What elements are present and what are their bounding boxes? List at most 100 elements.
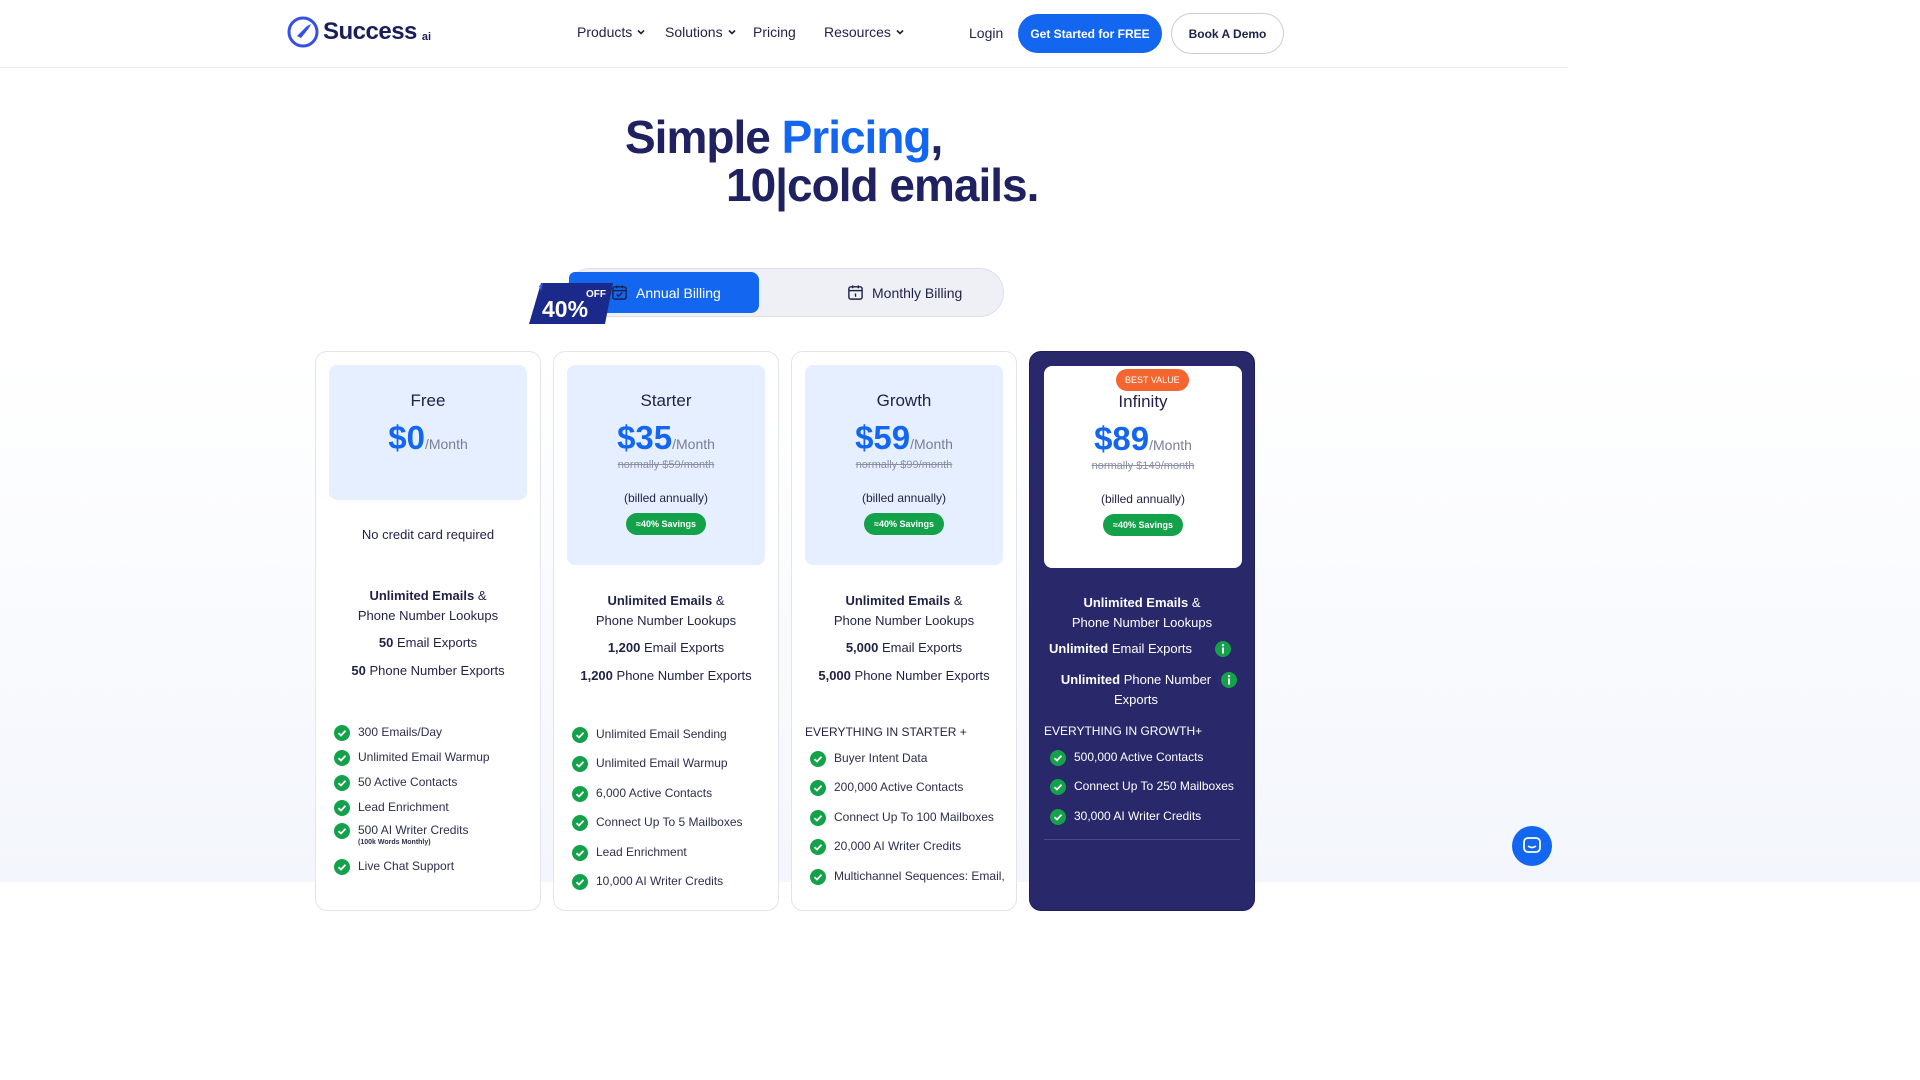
check-circle-icon: [810, 869, 826, 885]
emails-rest: &: [474, 588, 487, 603]
billing-note: (billed annually): [623, 491, 709, 505]
check-circle-icon: [810, 839, 826, 855]
nav-pricing[interactable]: Pricing: [753, 24, 824, 40]
billing-note: (billed annually): [861, 491, 947, 505]
feature-text: 50 Active Contacts: [358, 775, 458, 789]
email-exports-count: 50: [378, 635, 394, 650]
brand-logo[interactable]: Success ai: [287, 16, 431, 48]
email-exports-count: 5,000: [845, 640, 879, 655]
check-circle-icon: [1050, 779, 1066, 795]
brand-name: Success: [323, 18, 417, 45]
phone-exports-label2: Exports: [1113, 692, 1159, 707]
check-circle-icon: [1050, 750, 1066, 766]
check-circle-icon: [810, 751, 826, 767]
nav-resources[interactable]: Resources: [824, 24, 905, 40]
feature-text: Unlimited Email Warmup: [596, 756, 728, 770]
feature-text: 6,000 Active Contacts: [596, 786, 713, 800]
feature-item: Unlimited Email Sending: [572, 727, 743, 756]
annual-billing-label: Annual Billing: [636, 284, 721, 301]
email-exports-label: Email Exports: [1108, 641, 1193, 656]
best-value-badge: BEST VALUE: [1116, 369, 1189, 391]
emails-bold: Unlimited Emails: [845, 593, 951, 608]
savings-badge: ≈40% Savings: [626, 513, 706, 535]
feature-item: 10,000 AI Writer Credits: [572, 874, 743, 903]
feature-text: Lead Enrichment: [596, 845, 687, 859]
monthly-billing-tab[interactable]: Monthly Billing: [847, 272, 962, 313]
feature-text: 300 Emails/Day: [358, 725, 443, 739]
check-circle-icon: [810, 780, 826, 796]
plan-name: Infinity: [1118, 392, 1168, 411]
plan-price: $59: [855, 419, 911, 456]
nav-products[interactable]: Products: [577, 24, 665, 40]
chevron-down-icon: [637, 29, 645, 35]
ribbon-off-label: OFF: [586, 289, 606, 300]
nav-resources-label: Resources: [824, 24, 891, 40]
plan-card-starter: Starter $35 /Month normally $59/month (b…: [553, 351, 779, 911]
email-exports: Unlimited Email Exports: [1049, 641, 1192, 656]
price-row: $0 /Month: [329, 419, 527, 457]
feature-item: Unlimited Email Warmup: [334, 750, 490, 775]
monthly-billing-label: Monthly Billing: [872, 284, 963, 301]
nav-solutions[interactable]: Solutions: [665, 24, 753, 40]
hero-title: Simple Pricing,: [625, 110, 943, 164]
check-circle-icon: [1050, 809, 1066, 825]
section-label: EVERYTHING IN STARTER +: [805, 725, 967, 739]
price-period: /Month: [424, 436, 468, 452]
nav-products-label: Products: [577, 24, 633, 40]
emails-bold: Unlimited Emails: [607, 593, 713, 608]
price-row: $35 /Month: [567, 419, 765, 457]
hero-title-accent: Pricing: [781, 111, 932, 163]
emails-lookups: Unlimited Emails & Phone Number Lookups: [316, 586, 540, 626]
plan-name: Free: [410, 391, 446, 410]
get-started-button[interactable]: Get Started for FREE: [1018, 14, 1162, 53]
info-icon[interactable]: [1215, 641, 1231, 657]
chat-support-button[interactable]: [1512, 826, 1552, 866]
feature-text: Live Chat Support: [358, 859, 455, 873]
plan-price: $89: [1094, 420, 1150, 457]
emails-rest: &: [712, 593, 725, 608]
plan-header: Free $0 /Month: [329, 365, 527, 500]
plan-card-infinity: BEST VALUE Infinity $89 /Month normally …: [1029, 351, 1255, 911]
emails-bold: Unlimited Emails: [1083, 595, 1189, 610]
plan-header: BEST VALUE Infinity $89 /Month normally …: [1044, 366, 1242, 568]
plan-name: Growth: [876, 391, 932, 410]
check-circle-icon: [572, 815, 588, 831]
email-exports: 50 Email Exports: [316, 633, 540, 653]
feature-item: Connect Up To 250 Mailboxes: [1050, 779, 1234, 809]
savings-badge: ≈40% Savings: [1103, 514, 1183, 536]
check-circle-icon: [334, 823, 350, 839]
original-price: normally $149/month: [1091, 460, 1195, 472]
price-period: /Month: [910, 436, 953, 452]
login-link[interactable]: Login: [969, 25, 1003, 41]
top-navbar: Success ai Products Solutions Pricing Re…: [0, 0, 1568, 68]
feature-item: Buyer Intent Data: [810, 751, 1005, 780]
emails-lookups: Unlimited Emails & Phone Number Lookups: [792, 591, 1016, 631]
plan-name: Starter: [640, 391, 692, 410]
email-exports: 5,000 Email Exports: [792, 638, 1016, 658]
nav-pricing-label: Pricing: [753, 24, 796, 40]
feature-text: 10,000 AI Writer Credits: [596, 874, 724, 888]
phone-exports: 50 Phone Number Exports: [316, 661, 540, 681]
feature-item: 500 AI Writer Credits (100k Words Monthly…: [334, 823, 490, 859]
plan-price: $35: [617, 419, 673, 456]
book-demo-button[interactable]: Book A Demo: [1171, 13, 1284, 54]
phone-exports-count: 50: [351, 663, 366, 678]
feature-item: 50 Active Contacts: [334, 775, 490, 800]
emails-bold: Unlimited Emails: [369, 588, 475, 603]
feature-item: Multichannel Sequences: Email,: [810, 869, 1005, 898]
feature-item: Lead Enrichment: [572, 845, 743, 874]
feature-text: Buyer Intent Data: [834, 751, 928, 765]
email-exports-label: Email Exports: [878, 640, 963, 655]
info-icon[interactable]: [1221, 672, 1237, 688]
emails-rest: &: [1188, 595, 1201, 610]
feature-item: Connect Up To 100 Mailboxes: [810, 810, 1005, 839]
chat-icon: [1523, 837, 1541, 853]
phone-exports-label: Phone Number Exports: [850, 668, 990, 683]
section-label: EVERYTHING IN GROWTH+: [1044, 724, 1203, 738]
feature-item: Unlimited Email Warmup: [572, 756, 743, 786]
lookups-label: Phone Number Lookups: [1071, 615, 1213, 630]
nav-links: Products Solutions Pricing Resources: [577, 24, 905, 40]
feature-item: Connect Up To 5 Mailboxes: [572, 815, 743, 845]
feature-text: Lead Enrichment: [358, 800, 449, 814]
lookups-label: Phone Number Lookups: [833, 613, 975, 628]
